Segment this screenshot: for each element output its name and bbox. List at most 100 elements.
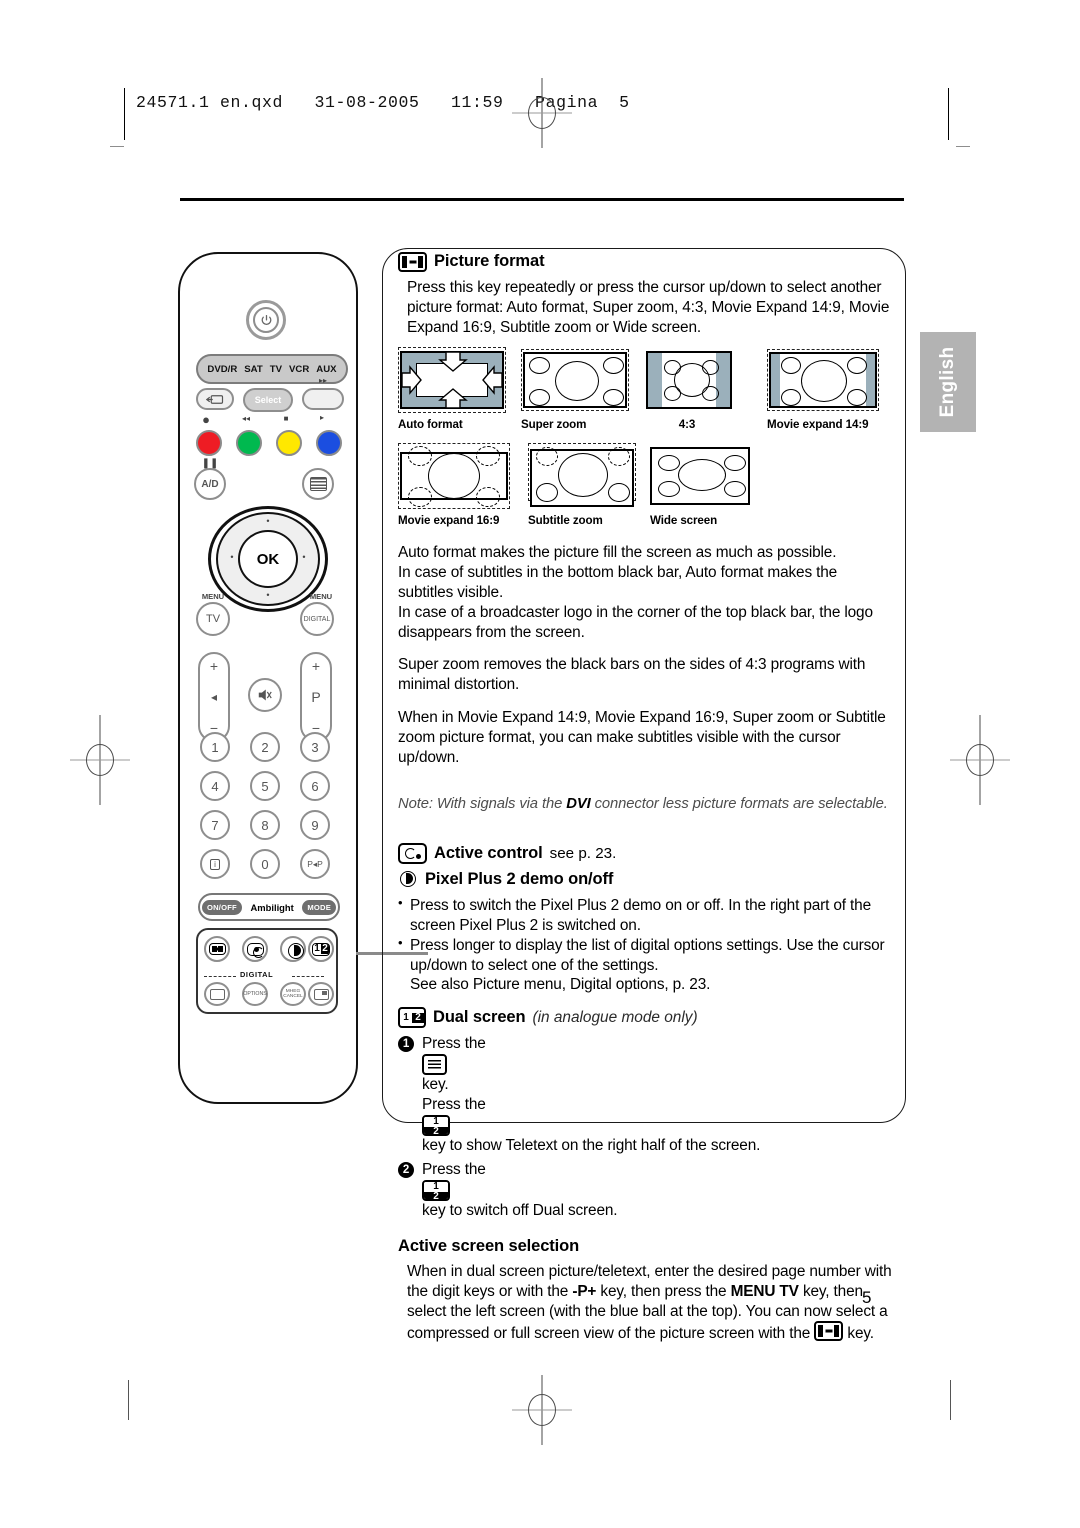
- format-cell-subtitle-zoom: Subtitle zoom: [528, 443, 650, 527]
- crop-mark-bottom-right: [950, 1380, 951, 1420]
- stop-icon: ■: [283, 414, 289, 423]
- key-0-label: 0: [261, 856, 269, 872]
- language-tab: English: [920, 332, 976, 432]
- key-2-label: 2: [261, 739, 269, 755]
- ad-label: A/D: [201, 478, 219, 490]
- language-tab-label: English: [937, 346, 958, 418]
- teletext-icon: [309, 477, 327, 491]
- pixel-plus-heading-row: Pixel Plus 2 demo on/off: [398, 870, 896, 890]
- key-7: 7: [200, 810, 230, 840]
- key-previous-program: P◂P: [300, 849, 330, 879]
- active-control-key-icon: [398, 843, 427, 865]
- four-three-label: 4:3: [678, 418, 696, 432]
- pixel-plus-title: Pixel Plus 2 demo on/off: [425, 870, 614, 889]
- key-3: 3: [300, 732, 330, 762]
- wide-screen-diagram: [650, 443, 750, 509]
- key-5-label: 5: [261, 778, 269, 794]
- digital-pip-button: [308, 982, 334, 1006]
- picture-format-key-icon: [208, 943, 226, 955]
- options-label: OPTIONS: [243, 991, 267, 997]
- format-cell-wide-screen: Wide screen: [650, 443, 760, 527]
- forward-icon: ▸▸: [318, 376, 328, 385]
- picture-format-intro: Press this key repeatedly or press the c…: [407, 279, 890, 336]
- picture-format-paragraph-2: In case of subtitles in the bottom black…: [398, 564, 838, 601]
- dual-screen-key-icon: 12: [398, 1007, 426, 1029]
- key-0: 0: [250, 849, 280, 879]
- picture-format-paragraph-3: In case of a broadcaster logo in the cor…: [398, 603, 873, 641]
- menu-tv-button: TV: [196, 602, 230, 636]
- dual-screen-step-1: 1 Press the key. Press the 12 key to sho…: [398, 1034, 896, 1156]
- step-1b-post: key to show Teletext on the right half o…: [422, 1137, 761, 1155]
- forward-button: [302, 388, 344, 410]
- dual-screen-key-icon: 12: [422, 1180, 450, 1202]
- select-button: Select: [243, 388, 293, 412]
- picture-format-heading-row: Picture format: [398, 252, 896, 272]
- registration-mark-bottom: [512, 1375, 572, 1445]
- key-6: 6: [300, 771, 330, 801]
- source-icon: [206, 394, 224, 404]
- picture-format-key-icon: [814, 1321, 844, 1342]
- source-button: [196, 388, 234, 410]
- cursor-left-dot: •: [230, 552, 234, 562]
- teletext-button: [302, 468, 334, 500]
- pixel-plus-extra-line: See also Picture menu, Digital options, …: [410, 976, 711, 994]
- teletext-key-icon: [422, 1054, 447, 1076]
- picture-format-note: Note: With signals via the DVI connector…: [398, 795, 896, 814]
- step-1-line-2: Press the 12 key to show Teletext on the…: [422, 1095, 760, 1156]
- step-1-post: key.: [422, 1076, 449, 1094]
- dual-screen-key-icon: 12: [312, 942, 330, 956]
- pixel-plus-bullet-2: Press longer to display the list of digi…: [398, 935, 896, 995]
- dual-screen-step-2: 2 Press the 12 key to switch off Dual sc…: [398, 1160, 896, 1221]
- yellow-button: [276, 430, 302, 456]
- four-three-diagram: [646, 347, 733, 413]
- step-2-line-1: Press the 12 key to switch off Dual scre…: [422, 1160, 618, 1221]
- picture-format-title: Picture format: [434, 252, 545, 271]
- crop-mark-bottom-left: [128, 1380, 129, 1420]
- dual-screen-heading-row: 12 Dual screen (in analogue mode only): [398, 1007, 896, 1029]
- key-7-label: 7: [211, 817, 219, 833]
- mode-vcr: VCR: [289, 363, 310, 375]
- format-cell-four-three: 4:3: [644, 347, 767, 431]
- ok-label: OK: [256, 550, 280, 568]
- ass-part2: key, then press the: [596, 1282, 731, 1300]
- key-9-label: 9: [311, 817, 319, 833]
- ass-bold-menutv: MENU TV: [730, 1282, 799, 1300]
- ass-bold-p: -P+: [572, 1282, 597, 1300]
- step-1-number: 1: [398, 1036, 414, 1053]
- program-rocker: + P −: [300, 652, 332, 742]
- digital-block-label: DIGITAL: [240, 970, 274, 979]
- step-2-post: key to switch off Dual screen.: [422, 1202, 618, 1220]
- subtitle-zoom-label: Subtitle zoom: [528, 514, 603, 528]
- super-zoom-label: Super zoom: [521, 418, 587, 432]
- dual-screen-subtitle: (in analogue mode only): [532, 1008, 698, 1026]
- registration-mark-left: [70, 715, 130, 805]
- volume-plus: +: [209, 658, 219, 674]
- menu-tv-label: TV: [205, 613, 221, 625]
- active-control-title: Active control: [434, 843, 543, 862]
- red-button: [196, 430, 222, 456]
- mheg-cancel-label: MHEG CANCEL: [283, 988, 303, 999]
- header-rule-right: [948, 88, 949, 140]
- header-rule-left: [124, 88, 125, 140]
- auto-format-label: Auto format: [398, 418, 463, 432]
- ok-button: OK: [238, 530, 298, 588]
- pixel-plus-key-icon: [398, 870, 418, 890]
- cursor-up-dot: •: [266, 516, 270, 526]
- remote-active-control-button: [242, 936, 268, 962]
- format-cell-auto-format: Auto format: [398, 347, 521, 431]
- key-1: 1: [200, 732, 230, 762]
- cursor-down-dot: •: [266, 590, 270, 600]
- digital-divider-left: [204, 976, 236, 977]
- step-1b-pre: Press the: [422, 1096, 486, 1114]
- mode-dvdr: DVD/R: [207, 363, 238, 375]
- pixel-plus-bullet-2-text: Press longer to display the list of digi…: [410, 936, 885, 974]
- mode-tv: TV: [269, 363, 283, 375]
- pip-icon: [313, 988, 329, 1000]
- picture-format-paragraph-1: Auto format makes the picture fill the s…: [398, 544, 837, 562]
- format-diagram-row-1: Auto format Super zoom 4:3 Movie expand …: [398, 347, 896, 431]
- key-4: 4: [200, 771, 230, 801]
- step-1-line-1: Press the key.: [422, 1034, 760, 1095]
- green-button: [236, 430, 262, 456]
- menu-tv-toplabel: MENU: [201, 592, 225, 601]
- program-label: P: [311, 689, 321, 705]
